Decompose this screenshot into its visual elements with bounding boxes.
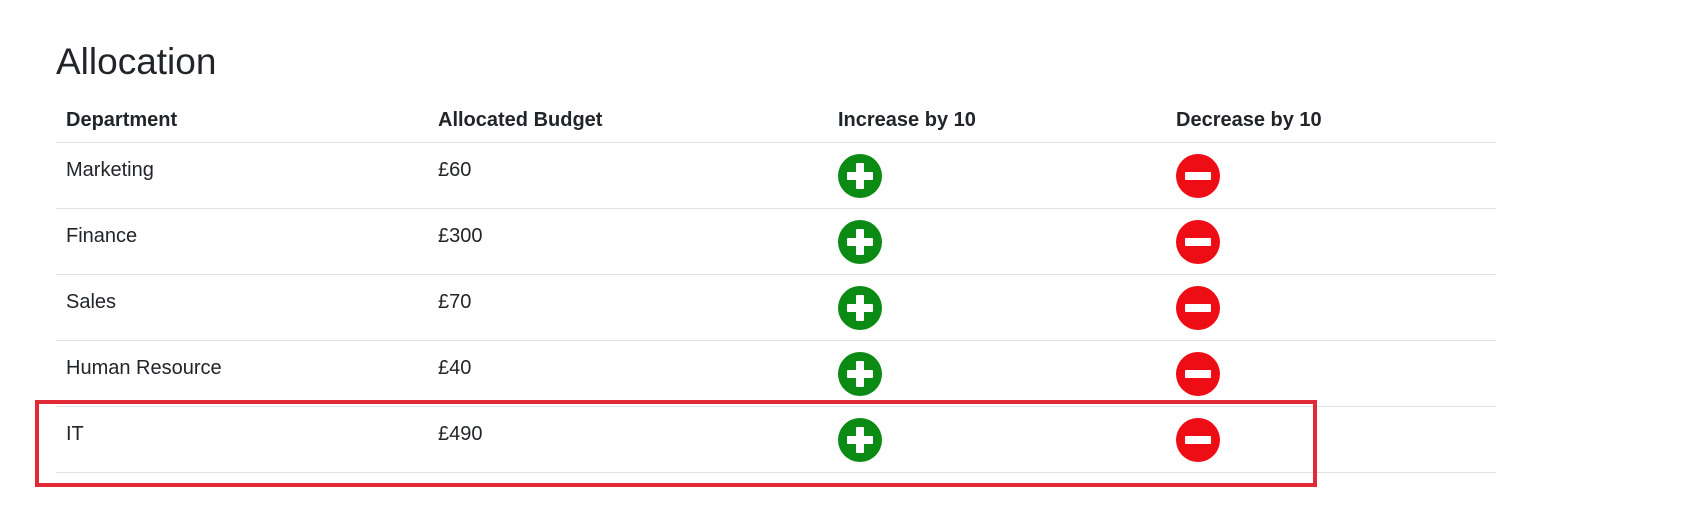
decrease-button[interactable] [1176, 418, 1220, 462]
minus-circle-icon [1185, 304, 1211, 312]
increase-button[interactable] [838, 352, 882, 396]
minus-circle-icon [1185, 370, 1211, 378]
decrease-button[interactable] [1176, 154, 1220, 198]
table-row: IT £490 [56, 406, 1496, 473]
allocated-budget: £300 [438, 225, 483, 247]
department-name: Human Resource [66, 357, 222, 379]
table-row: Human Resource £40 [56, 340, 1496, 407]
page: Allocation Department Allocated Budget I… [0, 0, 1696, 508]
increase-button[interactable] [838, 286, 882, 330]
table-row: Marketing £60 [56, 142, 1496, 209]
increase-button[interactable] [838, 154, 882, 198]
table-row: Sales £70 [56, 274, 1496, 341]
allocated-budget: £60 [438, 159, 472, 181]
header-department: Department [56, 98, 428, 143]
table-header-row: Department Allocated Budget Increase by … [56, 98, 1496, 143]
header-allocated-budget: Allocated Budget [428, 98, 828, 143]
minus-circle-icon [1185, 172, 1211, 180]
minus-circle-icon [1185, 436, 1211, 444]
header-decrease: Decrease by 10 [1166, 98, 1496, 143]
plus-circle-icon [856, 229, 864, 255]
decrease-button[interactable] [1176, 220, 1220, 264]
department-name: Sales [66, 291, 117, 313]
plus-circle-icon [856, 163, 864, 189]
department-name: Marketing [66, 159, 154, 181]
allocation-table: Department Allocated Budget Increase by … [56, 98, 1496, 473]
plus-circle-icon [856, 427, 864, 453]
allocated-budget: £70 [438, 291, 472, 313]
decrease-button[interactable] [1176, 286, 1220, 330]
department-name: Finance [66, 225, 138, 247]
minus-circle-icon [1185, 238, 1211, 246]
department-name: IT [66, 423, 84, 445]
header-increase: Increase by 10 [828, 98, 1166, 143]
increase-button[interactable] [838, 418, 882, 462]
allocated-budget: £490 [438, 423, 483, 445]
plus-circle-icon [856, 295, 864, 321]
table-row: Finance £300 [56, 208, 1496, 275]
plus-circle-icon [856, 361, 864, 387]
increase-button[interactable] [838, 220, 882, 264]
page-title: Allocation [56, 41, 217, 82]
allocated-budget: £40 [438, 357, 472, 379]
decrease-button[interactable] [1176, 352, 1220, 396]
